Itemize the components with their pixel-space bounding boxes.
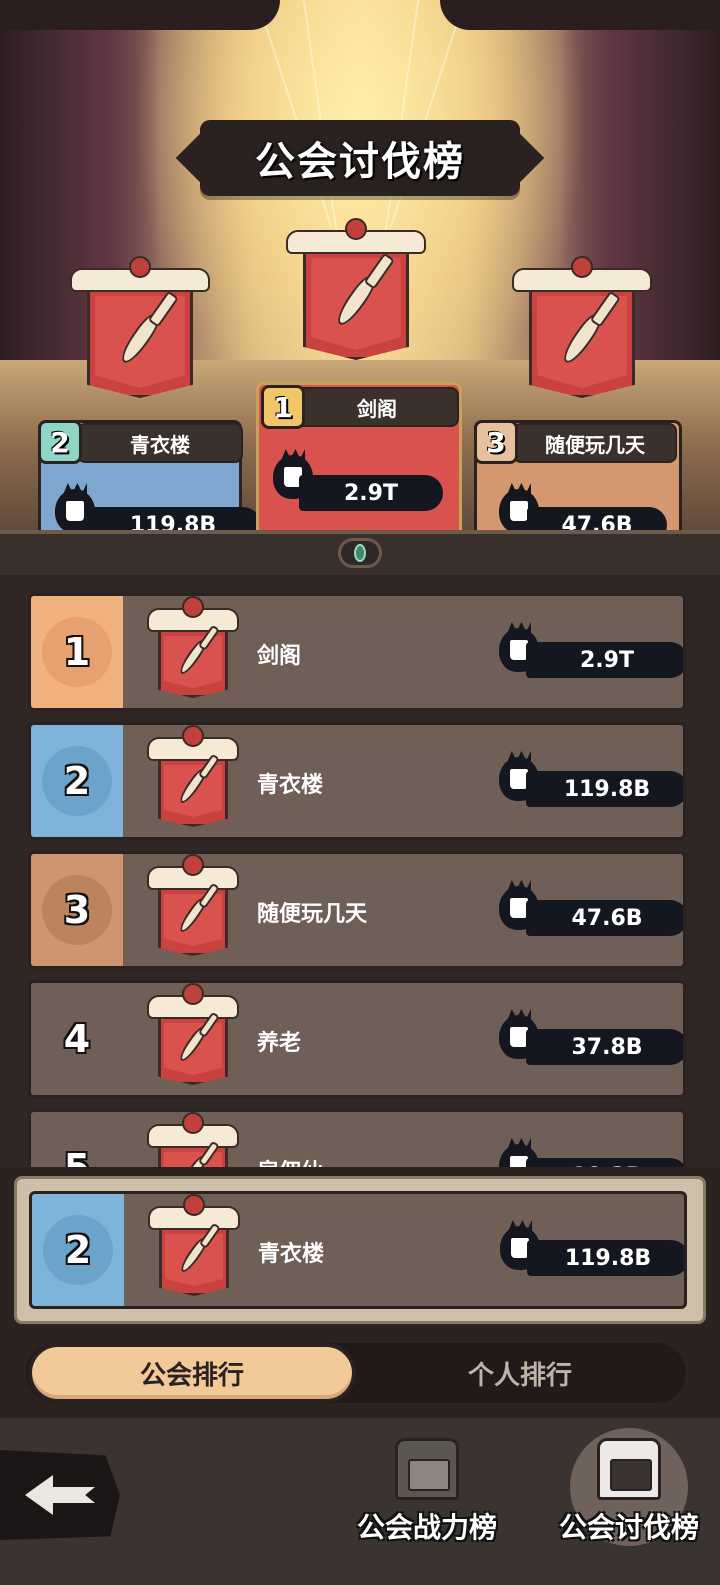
ranking-list[interactable]: 1 剑阁 2.9T 2 青衣楼 119.8B 3 随便玩几天 47.6B 4 养… xyxy=(0,575,720,1167)
podium-rank-badge: 1 xyxy=(261,385,305,429)
ranking-tabs: 公会排行 个人排行 xyxy=(26,1343,686,1403)
my-guild-panel: 2 青衣楼 119.8B xyxy=(14,1176,706,1324)
list-item[interactable]: 1 剑阁 2.9T xyxy=(28,593,686,711)
guild-emblem xyxy=(148,1194,240,1296)
throne-icon xyxy=(395,1438,459,1500)
guild-banner-2nd xyxy=(70,256,210,398)
guild-banner-1st xyxy=(286,218,426,360)
list-item[interactable]: 4 养老 37.8B xyxy=(28,980,686,1098)
podium-name: 剑阁 xyxy=(295,387,459,427)
guild-name: 养老 xyxy=(257,1031,302,1056)
frame-corner xyxy=(440,0,720,30)
tab-personal-ranking[interactable]: 个人排行 xyxy=(356,1343,684,1403)
guild-banner-3rd xyxy=(512,256,652,398)
rank-cell: 1 xyxy=(31,596,123,708)
guild-name: 雇佣仙 xyxy=(257,1154,323,1167)
guild-power: 10.2B xyxy=(526,1158,683,1167)
my-guild-row[interactable]: 2 青衣楼 119.8B xyxy=(29,1191,687,1309)
guild-emblem xyxy=(147,854,239,956)
back-arrow-icon xyxy=(25,1475,95,1515)
back-button[interactable] xyxy=(0,1450,120,1540)
guild-emblem xyxy=(147,983,239,1085)
list-item[interactable]: 3 随便玩几天 47.6B xyxy=(28,851,686,969)
rank-number: 3 xyxy=(63,888,91,932)
guild-name: 青衣楼 xyxy=(258,1242,325,1267)
tab-guild-ranking[interactable]: 公会排行 xyxy=(28,1343,356,1403)
podium-rank-badge: 2 xyxy=(38,420,82,464)
rank-number: 5 xyxy=(64,1146,90,1167)
title-plate: 公会讨伐榜 xyxy=(200,120,520,196)
list-item[interactable]: 5 雇佣仙 10.2B xyxy=(28,1109,686,1167)
podium-name: 青衣楼 xyxy=(77,423,243,463)
guild-name: 青衣楼 xyxy=(257,773,324,798)
light-ray xyxy=(300,0,339,238)
rank-number: 2 xyxy=(64,1228,92,1272)
podium-name: 随便玩几天 xyxy=(513,423,677,463)
guild-emblem xyxy=(147,725,239,827)
nav-label: 公会讨伐榜 xyxy=(558,1511,699,1544)
guild-name: 剑阁 xyxy=(257,644,302,669)
frame-corner xyxy=(0,0,280,30)
nav-label: 公会战力榜 xyxy=(356,1511,497,1544)
rank-cell: 3 xyxy=(31,854,123,966)
list-item[interactable]: 2 青衣楼 119.8B xyxy=(28,722,686,840)
rank-cell: 4 xyxy=(31,983,123,1095)
podium-1st[interactable]: 剑阁 1 2.9T xyxy=(256,382,462,552)
page-title: 公会讨伐榜 xyxy=(255,139,465,185)
guild-power: 119.8B xyxy=(526,771,683,807)
guild-emblem xyxy=(147,596,239,698)
podium-power: 2.9T xyxy=(299,475,443,511)
podium-rank-badge: 3 xyxy=(474,420,518,464)
guild-power: 2.9T xyxy=(526,642,683,678)
gem-ornament-icon xyxy=(338,538,382,568)
rank-cell: 2 xyxy=(31,725,123,837)
throne-icon xyxy=(597,1438,661,1500)
rank-number: 1 xyxy=(63,630,91,674)
rank-number: 2 xyxy=(63,759,91,803)
guild-power: 47.6B xyxy=(526,900,683,936)
guild-power: 119.8B xyxy=(527,1240,684,1276)
nav-guild-crusade-rank[interactable]: 公会讨伐榜 xyxy=(544,1428,714,1568)
guild-emblem xyxy=(147,1112,239,1167)
podium-scene: 青衣楼 2 119.8B 剑阁 1 2.9T 随便玩几天 3 47.6B 公会讨… xyxy=(0,0,720,575)
nav-guild-power-rank[interactable]: 公会战力榜 xyxy=(342,1428,512,1568)
rank-cell: 2 xyxy=(32,1194,124,1306)
rank-cell: 5 xyxy=(31,1112,123,1167)
guild-power: 37.8B xyxy=(526,1029,683,1065)
light-ray xyxy=(383,0,422,238)
guild-name: 随便玩几天 xyxy=(257,902,368,927)
rank-number: 4 xyxy=(63,1017,91,1061)
